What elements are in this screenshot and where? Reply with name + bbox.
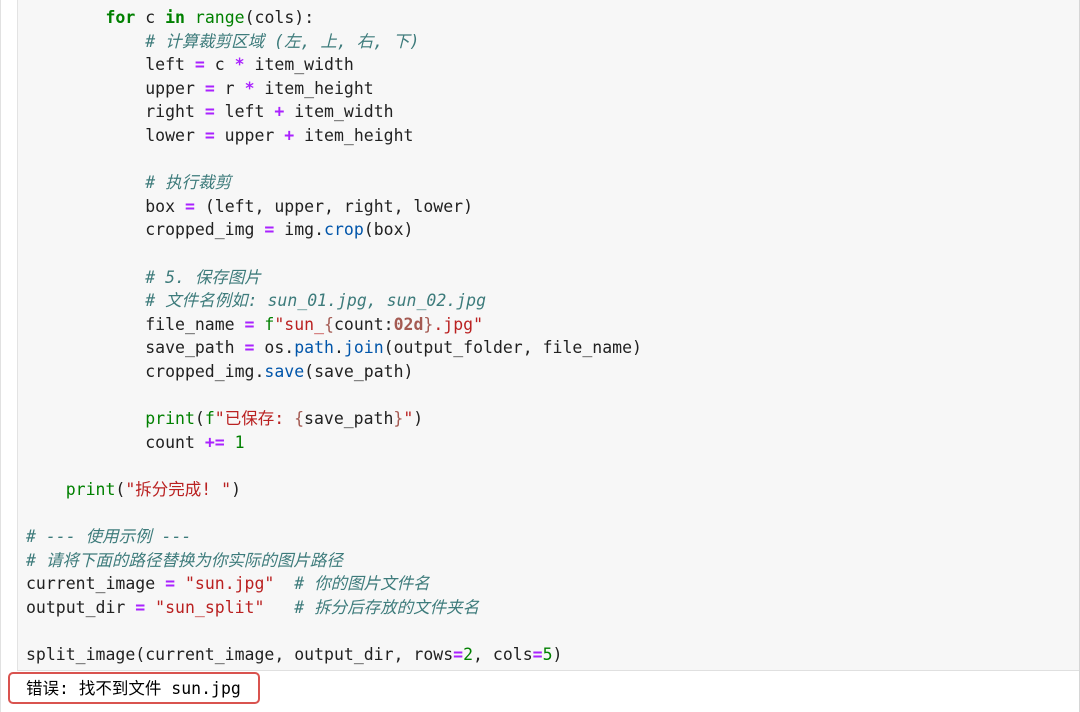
code-line[interactable]: split_image(current_image, output_dir, r…	[26, 643, 642, 667]
code-line[interactable]: save_path = os.path.join(output_folder, …	[26, 336, 642, 360]
cell-output-area: 错误: 找不到文件 sun.jpg	[1, 671, 1079, 712]
code-line[interactable]: current_image = "sun.jpg" # 你的图片文件名	[26, 572, 642, 596]
code-cell[interactable]: for c in range(cols): # 计算裁剪区域 (左, 上, 右,…	[17, 0, 1079, 671]
code-line[interactable]: for c in range(cols):	[26, 6, 642, 30]
code-editor[interactable]: for c in range(cols): # 计算裁剪区域 (左, 上, 右,…	[26, 6, 642, 667]
code-line[interactable]: cropped_img.save(save_path)	[26, 360, 642, 384]
code-line[interactable]	[26, 148, 642, 172]
code-line[interactable]: # 5. 保存图片	[26, 266, 642, 290]
code-line[interactable]: # 请将下面的路径替换为你实际的图片路径	[26, 549, 642, 573]
code-line[interactable]: upper = r * item_height	[26, 77, 642, 101]
code-line[interactable]: count += 1	[26, 431, 642, 455]
code-line[interactable]: # 执行裁剪	[26, 171, 642, 195]
code-line[interactable]: output_dir = "sun_split" # 拆分后存放的文件夹名	[26, 596, 642, 620]
code-line[interactable]	[26, 242, 642, 266]
code-line[interactable]: # 文件名例如: sun_01.jpg, sun_02.jpg	[26, 289, 642, 313]
code-line[interactable]: cropped_img = img.crop(box)	[26, 218, 642, 242]
code-line[interactable]	[26, 619, 642, 643]
code-line[interactable]: left = c * item_width	[26, 53, 642, 77]
code-line[interactable]: file_name = f"sun_{count:02d}.jpg"	[26, 313, 642, 337]
code-line[interactable]	[26, 454, 642, 478]
code-line[interactable]: lower = upper + item_height	[26, 124, 642, 148]
code-line[interactable]: print("拆分完成! ")	[26, 478, 642, 502]
notebook-frame: for c in range(cols): # 计算裁剪区域 (左, 上, 右,…	[0, 0, 1080, 712]
code-line[interactable]	[26, 501, 642, 525]
code-line[interactable]: # 计算裁剪区域 (左, 上, 右, 下)	[26, 30, 642, 54]
code-line[interactable]: print(f"已保存: {save_path}")	[26, 407, 642, 431]
code-line[interactable]: # --- 使用示例 ---	[26, 525, 642, 549]
code-line[interactable]: right = left + item_width	[26, 100, 642, 124]
code-line[interactable]	[26, 384, 642, 408]
code-line[interactable]: box = (left, upper, right, lower)	[26, 195, 642, 219]
error-message: 错误: 找不到文件 sun.jpg	[26, 679, 241, 698]
